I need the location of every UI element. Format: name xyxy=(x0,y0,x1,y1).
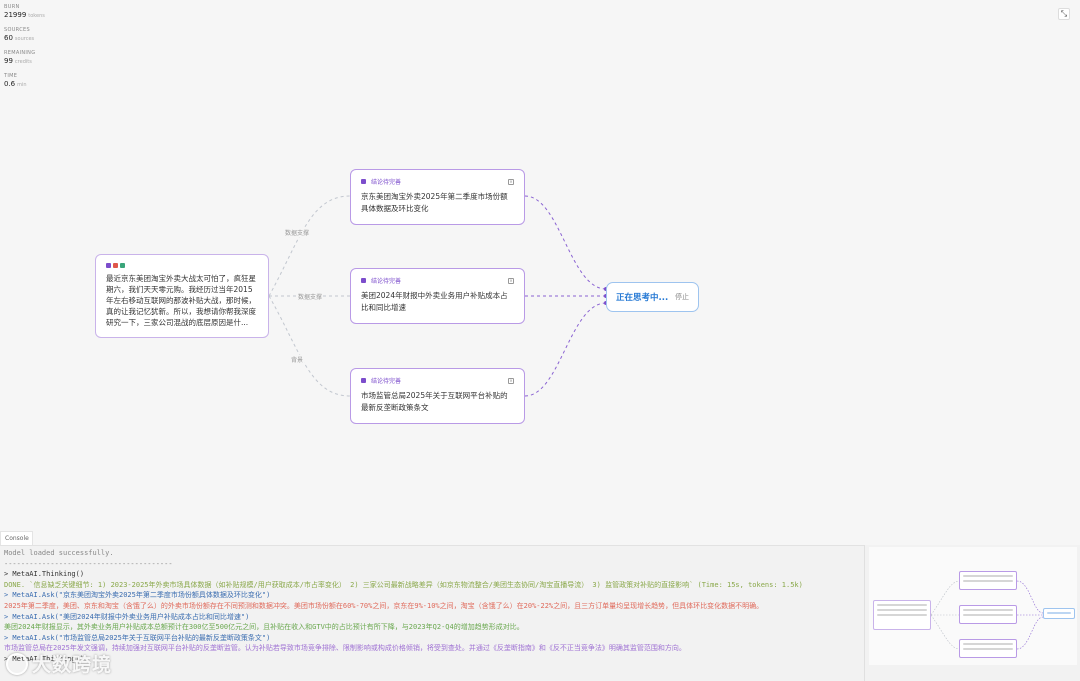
status-square-icon xyxy=(361,179,366,184)
status-tag: 结论待完善 xyxy=(371,179,402,186)
source-query-text: 最近京东美团淘宝外卖大战太可怕了，疯狂星期六，我们天天零元购。我经历过当年201… xyxy=(106,274,256,327)
status-square-icon xyxy=(361,278,366,283)
console-line: DONE. `信息缺乏关键细节: 1) 2023-2025年外卖市场具体数据（如… xyxy=(4,580,803,589)
minimap-question-node xyxy=(959,571,1017,590)
question-text: 市场监管总局2025年关于互联网平台补贴的最新反垄断政策条文 xyxy=(361,391,508,412)
question-node[interactable]: 结论待完善 × 市场监管总局2025年关于互联网平台补贴的最新反垄断政策条文 xyxy=(350,368,525,424)
dot-icon xyxy=(106,263,111,268)
graph-canvas[interactable]: 数据支撑 数据支撑 背景 最近京东美团淘宝外卖大战太可怕了，疯狂星期六，我们天天… xyxy=(0,0,1080,545)
status-tag: 结论待完善 xyxy=(371,378,402,385)
close-icon[interactable]: × xyxy=(508,178,514,185)
status-square-icon xyxy=(361,378,366,383)
console-line: > MetaAI.Ask("京东美团淘宝外卖2025年第二季度市场份额具体数据及… xyxy=(4,591,271,600)
watermark-text: 大数跨境 xyxy=(32,654,113,676)
minimap-thinking-node xyxy=(1043,608,1075,619)
edge-q3-thinking xyxy=(524,302,607,397)
minimap[interactable] xyxy=(864,545,1080,681)
minimap-source-node xyxy=(873,600,931,630)
console-output: Model loaded successfully. -------------… xyxy=(0,545,864,681)
console-line: 2025年第二季度，美团、京东和淘宝（含饿了么）的外卖市场份额存在不同预测和数据… xyxy=(4,601,764,610)
console-line: > MetaAI.Ask("市场监管总局2025年关于互联网平台补贴的最新反垄断… xyxy=(4,633,271,642)
question-text: 京东美团淘宝外卖2025年第二季度市场份额具体数据及环比变化 xyxy=(361,192,508,213)
console-line: ---------------------------------------- xyxy=(4,559,173,568)
edge-source-q3 xyxy=(268,295,351,397)
edge-q1-thinking xyxy=(524,195,607,290)
question-node[interactable]: 结论待完善 × 美团2024年财报中外卖业务用户补贴成本占比和同比增速 xyxy=(350,268,525,324)
source-dots xyxy=(106,263,258,268)
edge-label: 数据支撑 xyxy=(284,228,311,237)
edge-label: 数据支撑 xyxy=(297,292,324,301)
console-line: Model loaded successfully. xyxy=(4,549,114,557)
thinking-node: 正在思考中... 停止 xyxy=(606,282,699,312)
console-line: 市场监管总局在2025年发文强调，持续加强对互联网平台补贴的反垄断监管。认为补贴… xyxy=(4,644,686,653)
console-line: > MetaAI.Thinking() xyxy=(4,570,85,579)
thinking-label: 正在思考中... xyxy=(616,293,669,303)
source-query-node[interactable]: 最近京东美团淘宝外卖大战太可怕了，疯狂星期六，我们天天零元购。我经历过当年201… xyxy=(95,254,269,338)
stop-button[interactable]: 停止 xyxy=(675,292,689,302)
watermark-logo-icon xyxy=(6,652,28,675)
watermark: 大数跨境 xyxy=(6,650,112,677)
console-line: 美团2024年财报显示，其外卖业务用户补贴成本总额预计在300亿至500亿元之间… xyxy=(4,623,524,632)
minimap-question-node xyxy=(959,639,1017,658)
minimap-question-node xyxy=(959,605,1017,624)
close-icon[interactable]: × xyxy=(508,377,514,384)
console-tab[interactable]: Console xyxy=(0,531,33,545)
dot-icon xyxy=(120,263,125,268)
question-text: 美团2024年财报中外卖业务用户补贴成本占比和同比增速 xyxy=(361,291,508,312)
console-line: > MetaAI.Ask("美团2024年财报中外卖业务用户补贴成本占比和同比增… xyxy=(4,612,250,621)
edge-source-q1 xyxy=(268,195,351,297)
edge-label: 背景 xyxy=(290,355,305,364)
dot-icon xyxy=(113,263,118,268)
question-node[interactable]: 结论待完善 × 京东美团淘宝外卖2025年第二季度市场份额具体数据及环比变化 xyxy=(350,169,525,225)
status-tag: 结论待完善 xyxy=(371,278,402,285)
console-line: > MetaAI.Thinking() xyxy=(4,654,85,663)
close-icon[interactable]: × xyxy=(508,277,514,284)
